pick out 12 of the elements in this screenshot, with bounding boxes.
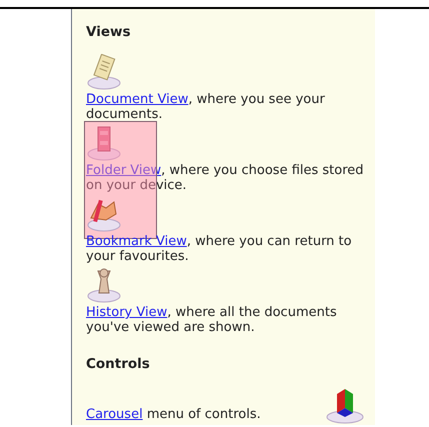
cube-icon — [325, 386, 365, 424]
view-link[interactable]: History View — [86, 305, 168, 320]
view-link[interactable]: Carousel — [86, 407, 143, 422]
item-description: History View, where all the documents you've viewed are shown. — [86, 305, 338, 335]
chess-piece-icon — [86, 267, 122, 303]
section-heading: Views — [86, 25, 132, 40]
item-description: Document View, where you see your documents. — [86, 92, 326, 122]
document-icon — [86, 54, 122, 90]
filing-cabinet-icon — [86, 125, 122, 161]
item-description: Carousel menu of controls. — [86, 407, 261, 424]
section-heading: Controls — [86, 357, 151, 372]
view-link[interactable]: Document View — [86, 92, 188, 107]
